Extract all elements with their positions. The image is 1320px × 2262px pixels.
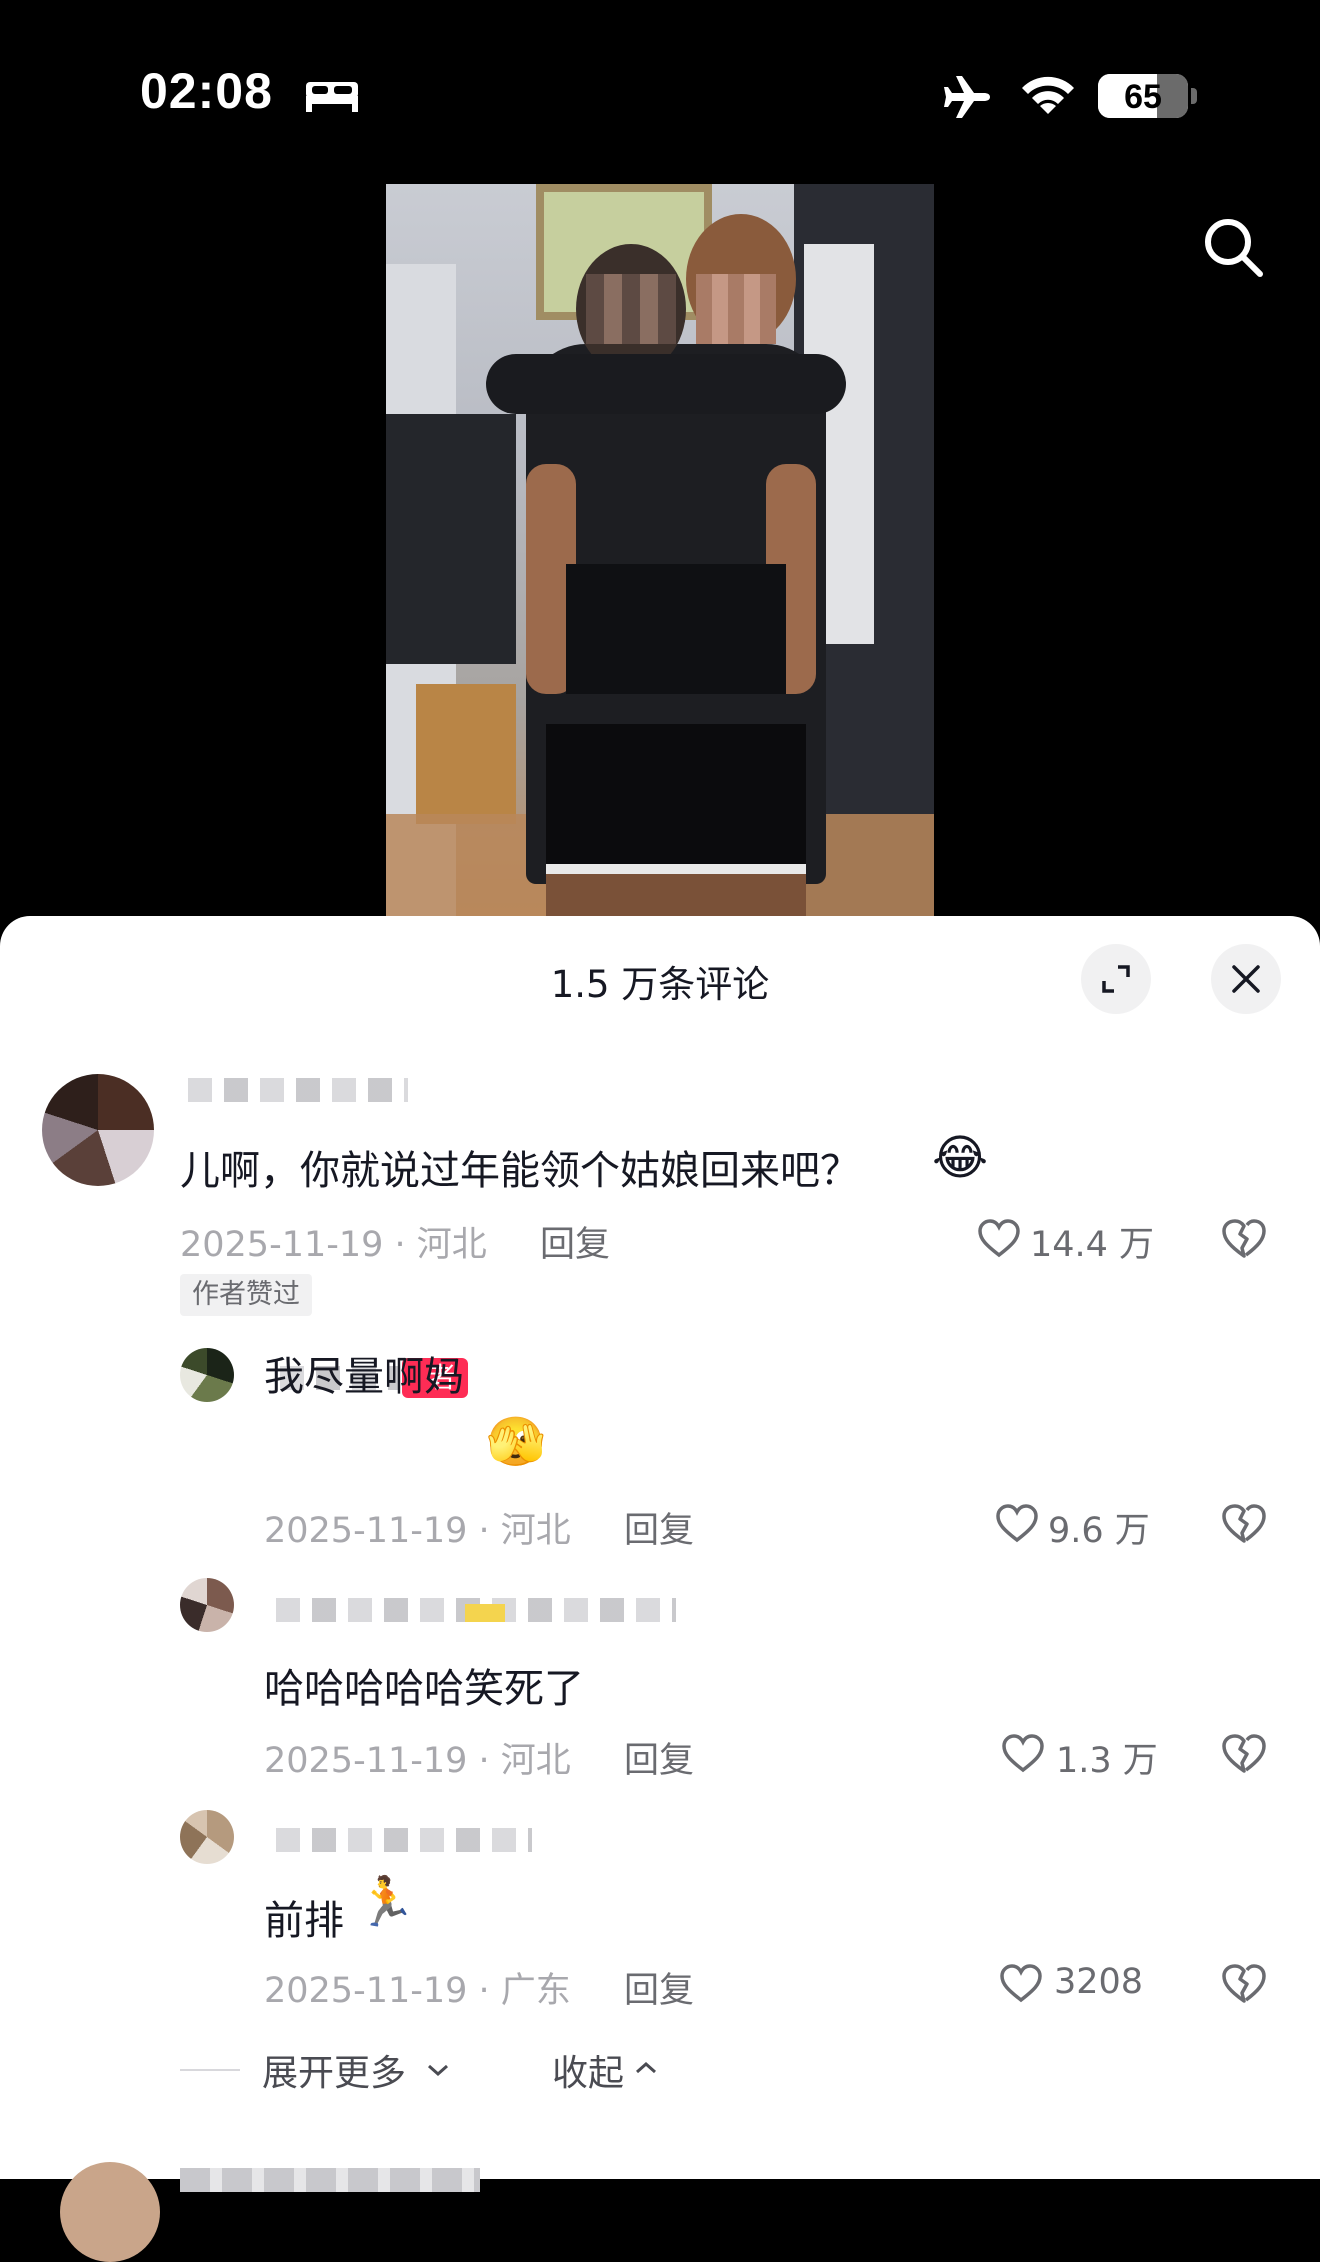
video-stool [416,684,516,824]
reply-button[interactable]: 回复 [624,1502,694,1553]
laughing-crying-emoji: 😂 [932,1130,989,1186]
status-time: 02:08 [140,63,273,119]
reply-button[interactable]: 回复 [624,1962,694,2013]
like-count: 14.4 万 [1030,1225,1155,1265]
video-embracing-arm [486,354,846,414]
wifi-icon [1022,76,1074,114]
expand-button[interactable] [1081,944,1151,1014]
face-blur [696,274,776,344]
close-icon [1232,965,1260,993]
like-count: 9.6 万 [1048,1511,1150,1551]
username-blurred[interactable] [188,1078,408,1102]
reply-text: 前排 [264,1898,344,1944]
battery-nub [1191,88,1197,104]
collapse-button[interactable]: 收起 [552,2044,624,2096]
thread-divider [180,2069,240,2071]
airplane-icon [944,76,990,118]
face-blur [586,274,676,344]
peeking-emoji: 🫣 [486,1414,546,1470]
expand-icon [1102,965,1130,993]
dislike-icon[interactable] [1220,1216,1268,1262]
reply-text: 我尽量啊妈 [264,1354,464,1400]
close-button[interactable] [1211,944,1281,1014]
battery-icon: 65 [1098,74,1188,118]
video-player[interactable] [386,184,934,924]
battery-level: 65 [1124,78,1162,116]
comment-text: 儿啊，你就说过年能领个姑娘回来吧？ [180,1148,860,1194]
reply-button[interactable]: 回复 [540,1216,610,1267]
like-count: 3208 [1054,1962,1144,2002]
avatar[interactable] [180,1348,234,1402]
chevron-down-icon[interactable] [426,2062,450,2078]
avatar[interactable] [180,1810,234,1864]
reply-button[interactable]: 回复 [624,1732,694,1783]
heart-icon[interactable] [994,1502,1040,1544]
heart-icon[interactable] [998,1962,1044,2004]
reply-text: 哈哈哈哈哈笑死了 [264,1666,584,1712]
like-count: 1.3 万 [1056,1741,1158,1781]
username-blurred[interactable] [180,2168,480,2192]
heart-icon[interactable] [1000,1732,1046,1774]
heart-icon[interactable] [976,1217,1022,1259]
video-tank-top [566,564,786,694]
search-icon[interactable] [1200,214,1266,280]
reply-meta: 2025-11-19 · 广东 [264,1971,571,2011]
bed-icon [306,82,358,112]
expand-more-button[interactable]: 展开更多 [262,2044,406,2096]
reply-meta: 2025-11-19 · 河北 [264,1511,571,1551]
author-liked-badge: 作者赞过 [180,1274,312,1316]
video-clothes [386,414,516,664]
avatar[interactable] [180,1578,234,1632]
dislike-icon[interactable] [1220,1731,1268,1777]
username-blurred[interactable] [276,1828,532,1852]
dislike-icon[interactable] [1220,1961,1268,2007]
video-shorts [546,724,806,874]
dislike-icon[interactable] [1220,1501,1268,1547]
chevron-up-icon[interactable] [634,2060,658,2076]
comment-meta: 2025-11-19 · 河北 [180,1225,487,1265]
avatar[interactable] [60,2162,160,2262]
running-emoji: 🏃 [356,1874,416,1930]
reply-meta: 2025-11-19 · 河北 [264,1741,571,1781]
avatar[interactable] [42,1074,154,1186]
comments-panel: 1.5 万条评论 儿啊，你就说过年能领个姑娘回来吧？ 😂 2025-11-19 … [0,916,1320,2262]
user-badge [465,1604,505,1622]
